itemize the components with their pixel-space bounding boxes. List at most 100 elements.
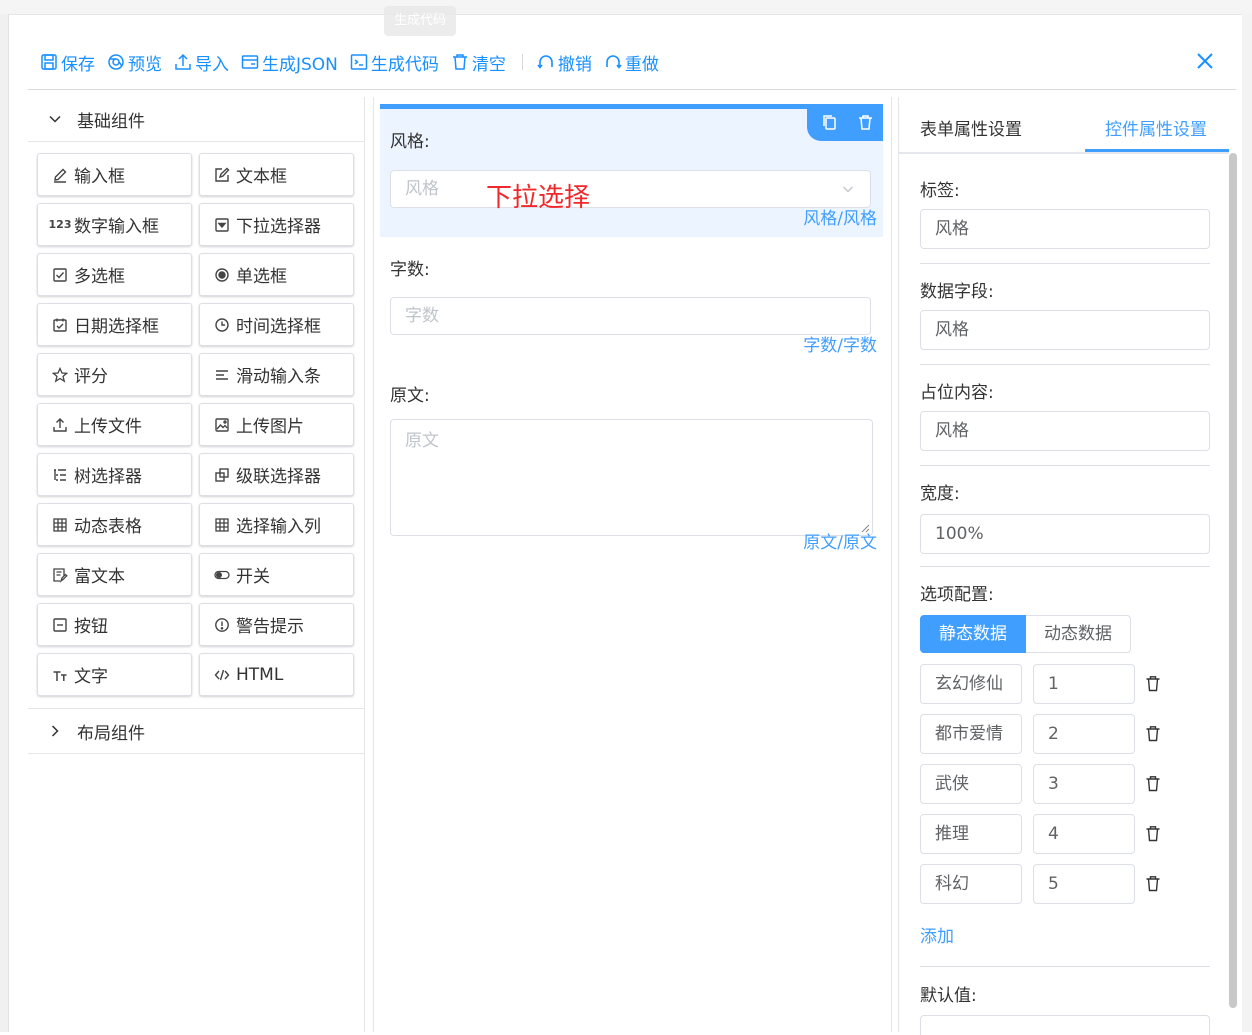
layout-components-header[interactable]: 布局组件 bbox=[28, 708, 364, 754]
component-checkbox[interactable]: 多选框 bbox=[37, 253, 192, 296]
component-label: 文本框 bbox=[236, 167, 287, 187]
preview-icon bbox=[108, 54, 124, 70]
option-value-input[interactable]: 3 bbox=[1033, 764, 1135, 804]
component-time-picker[interactable]: 时间选择框 bbox=[199, 303, 354, 346]
component-tree-select[interactable]: 树选择器 bbox=[37, 453, 192, 496]
undo-button[interactable]: 撤销 bbox=[537, 50, 592, 75]
clear-button[interactable]: 清空 bbox=[451, 50, 506, 75]
redo-button[interactable]: 重做 bbox=[604, 50, 659, 75]
basic-components-header[interactable]: 基础组件 bbox=[28, 97, 364, 142]
option-label-input[interactable]: 科幻 bbox=[920, 864, 1022, 904]
form-field-original[interactable]: 原文: 原文 原文/原文 bbox=[380, 372, 883, 557]
component-label: 选择输入列 bbox=[236, 517, 321, 537]
option-row: 都市爱情 2 bbox=[920, 714, 1160, 754]
component-upload-image[interactable]: 上传图片 bbox=[199, 403, 354, 446]
component-slider[interactable]: 滑动输入条 bbox=[199, 353, 354, 396]
field-key: 原文/原文 bbox=[803, 533, 877, 553]
option-value-input[interactable]: 5 bbox=[1033, 864, 1135, 904]
form-field-wordcount[interactable]: 字数: 字数 字数/字数 bbox=[380, 247, 883, 357]
component-label: 上传文件 bbox=[74, 417, 142, 437]
import-button[interactable]: 导入 bbox=[174, 50, 229, 75]
richtext-icon bbox=[52, 567, 68, 583]
option-label-input[interactable]: 武侠 bbox=[920, 764, 1022, 804]
save-icon bbox=[41, 54, 57, 70]
generate-json-button[interactable]: 生成JSON bbox=[241, 50, 338, 75]
original-textarea[interactable]: 原文 bbox=[390, 419, 873, 536]
field-key: 字数/字数 bbox=[803, 336, 877, 356]
width-input[interactable]: 100% bbox=[920, 514, 1210, 554]
component-select-input-list[interactable]: 选择输入列 bbox=[199, 503, 354, 546]
checkbox-icon bbox=[52, 267, 68, 283]
default-value-title: 默认值: bbox=[920, 986, 977, 1006]
trash-icon[interactable] bbox=[1145, 825, 1161, 842]
divider bbox=[920, 465, 1210, 466]
component-button[interactable]: 按钮 bbox=[37, 603, 192, 646]
option-row: 玄幻修仙 1 bbox=[920, 664, 1160, 704]
background-page-left bbox=[0, 14, 9, 1032]
trash-icon[interactable] bbox=[1145, 875, 1161, 892]
copy-icon[interactable] bbox=[821, 114, 838, 131]
label-input[interactable]: 风格 bbox=[920, 209, 1210, 249]
close-icon[interactable] bbox=[1194, 50, 1216, 72]
option-value-input[interactable]: 4 bbox=[1033, 814, 1135, 854]
data-field-input[interactable]: 风格 bbox=[920, 310, 1210, 350]
component-radio[interactable]: 单选框 bbox=[199, 253, 354, 296]
component-date-picker[interactable]: 日期选择框 bbox=[37, 303, 192, 346]
form-field-style[interactable]: 风格: 风格 下拉选择 风格/风格 bbox=[380, 104, 883, 237]
generate-code-button[interactable]: 生成代码 bbox=[350, 50, 439, 75]
option-value-input[interactable]: 2 bbox=[1033, 714, 1135, 754]
switch-icon bbox=[214, 567, 230, 583]
component-label: 上传图片 bbox=[236, 417, 304, 437]
scrollbar[interactable] bbox=[1229, 153, 1237, 1008]
component-upload-file[interactable]: 上传文件 bbox=[37, 403, 192, 446]
component-select[interactable]: 下拉选择器 bbox=[199, 203, 354, 246]
component-input[interactable]: 输入框 bbox=[37, 153, 192, 196]
component-textarea[interactable]: 文本框 bbox=[199, 153, 354, 196]
button-icon bbox=[52, 617, 68, 633]
component-label: 开关 bbox=[236, 567, 270, 587]
component-switch[interactable]: 开关 bbox=[199, 553, 354, 596]
preview-label: 预览 bbox=[128, 54, 162, 75]
default-value-input[interactable] bbox=[920, 1015, 1210, 1035]
component-cascader[interactable]: 级联选择器 bbox=[199, 453, 354, 496]
dynamic-data-button[interactable]: 动态数据 bbox=[1026, 615, 1131, 653]
component-rate[interactable]: 评分 bbox=[37, 353, 192, 396]
component-alert[interactable]: 警告提示 bbox=[199, 603, 354, 646]
preview-button[interactable]: 预览 bbox=[107, 50, 162, 75]
component-number-input[interactable]: 123 数字输入框 bbox=[37, 203, 192, 246]
trash-icon[interactable] bbox=[1145, 675, 1161, 692]
add-option-link[interactable]: 添加 bbox=[920, 922, 954, 947]
option-label-input[interactable]: 玄幻修仙 bbox=[920, 664, 1022, 704]
style-select[interactable]: 风格 bbox=[390, 170, 871, 208]
placeholder-input[interactable]: 风格 bbox=[920, 411, 1210, 451]
component-label: HTML bbox=[236, 664, 284, 685]
toolbar: 保存 预览 导入 生成JSON 生成代码 清空 撤销 重做 bbox=[40, 44, 671, 80]
delete-icon[interactable] bbox=[857, 114, 874, 131]
component-rich-text[interactable]: 富文本 bbox=[37, 553, 192, 596]
trash-icon[interactable] bbox=[1145, 725, 1161, 742]
component-text[interactable]: 文字 bbox=[37, 653, 192, 696]
trash-icon[interactable] bbox=[1145, 775, 1161, 792]
table-icon bbox=[52, 517, 68, 533]
calendar-icon bbox=[52, 317, 68, 333]
alert-icon bbox=[214, 617, 230, 633]
tree-icon bbox=[52, 467, 68, 483]
wordcount-input[interactable]: 字数 bbox=[390, 297, 871, 335]
component-html[interactable]: HTML bbox=[199, 653, 354, 696]
component-label: 按钮 bbox=[74, 617, 108, 637]
component-dynamic-table[interactable]: 动态表格 bbox=[37, 503, 192, 546]
option-value-input[interactable]: 1 bbox=[1033, 664, 1135, 704]
chevron-down-icon bbox=[843, 186, 853, 193]
save-label: 保存 bbox=[61, 54, 95, 75]
option-label-input[interactable]: 推理 bbox=[920, 814, 1022, 854]
code-icon bbox=[350, 54, 368, 70]
chevron-down-icon bbox=[49, 115, 61, 123]
component-label: 文字 bbox=[74, 667, 108, 687]
tab-control-properties[interactable]: 控件属性设置 bbox=[1105, 115, 1207, 140]
option-label-input[interactable]: 都市爱情 bbox=[920, 714, 1022, 754]
input-placeholder: 字数 bbox=[405, 306, 439, 326]
save-button[interactable]: 保存 bbox=[40, 50, 95, 75]
static-data-button[interactable]: 静态数据 bbox=[920, 615, 1026, 653]
tab-form-properties[interactable]: 表单属性设置 bbox=[920, 115, 1022, 140]
radio-icon bbox=[214, 267, 230, 283]
